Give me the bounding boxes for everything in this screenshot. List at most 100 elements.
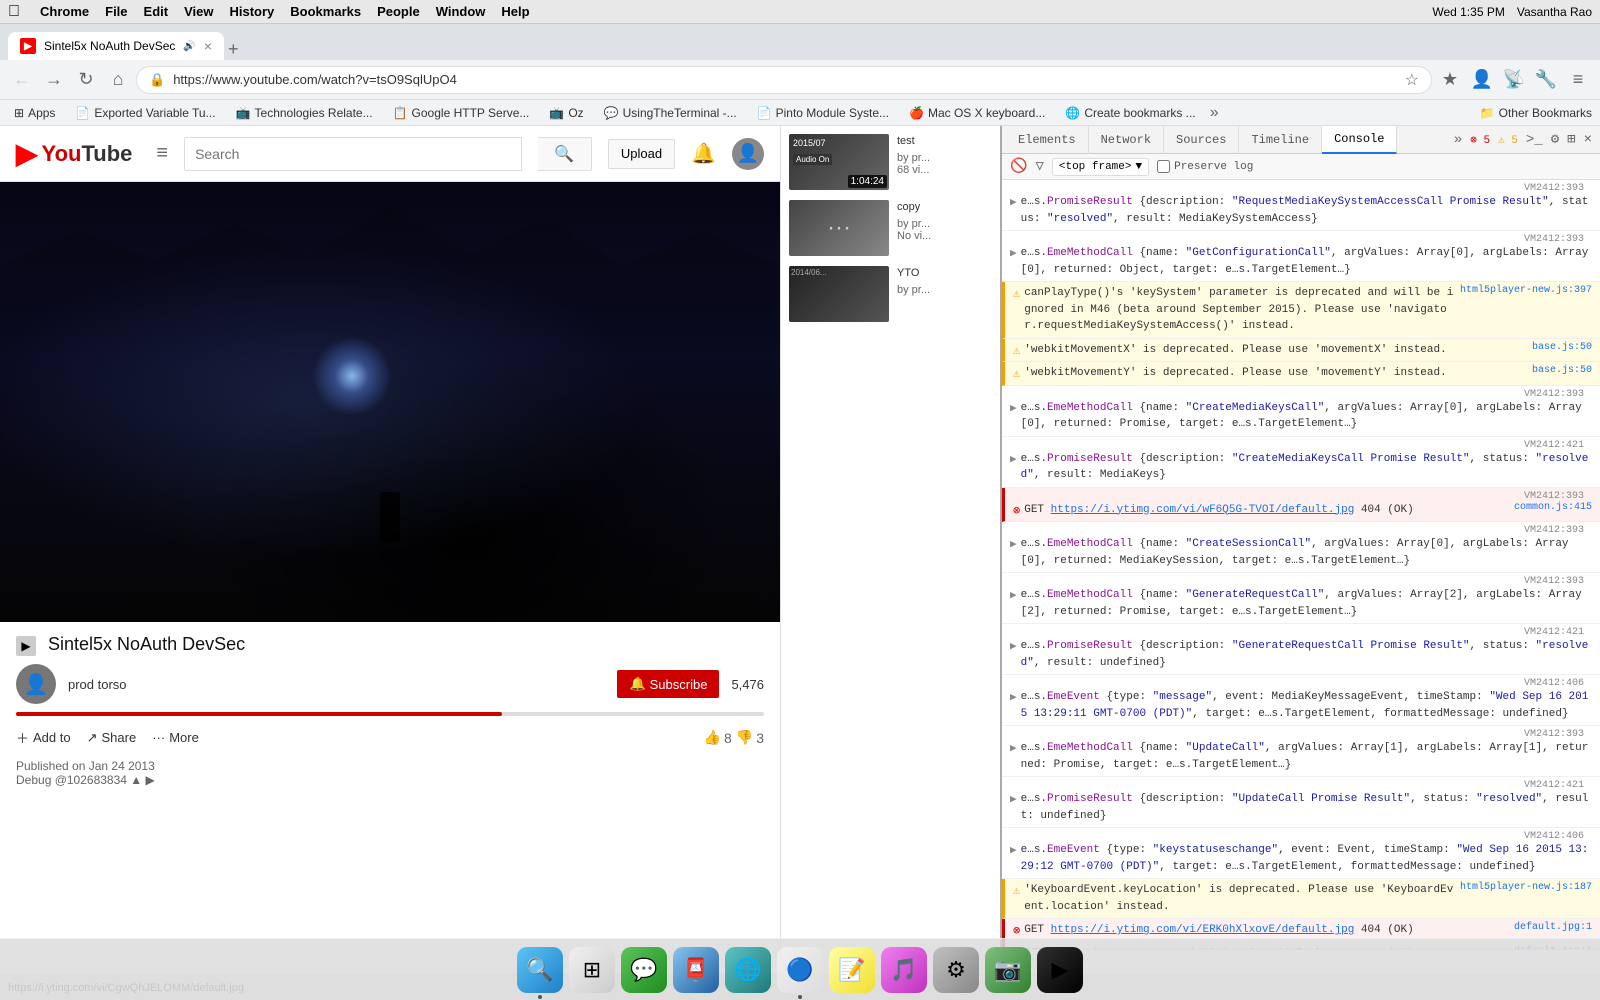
console-msg-12[interactable]: VM2412:406 ▶ e…s.EmeEvent {type: "messag… [1002,675,1600,726]
msg-location-16[interactable]: html5player-new.js:187 [1460,882,1592,893]
console-msg-13[interactable]: VM2412:393 ▶ e…s.EmeMethodCall {name: "U… [1002,726,1600,777]
console-msg-7[interactable]: VM2412:421 ▶ e…s.PromiseResult {descript… [1002,437,1600,488]
people-menu[interactable]: People [377,4,420,19]
bookmark-macos[interactable]: 🍎 Mac OS X keyboard... [903,104,1051,122]
dock-item-settings[interactable]: ⚙ [933,947,979,993]
debug-expand[interactable]: ▲ ▶ [130,773,154,787]
new-tab-button[interactable]: + [228,39,239,60]
bookmark-create[interactable]: 🌐 Create bookmarks ... [1059,104,1201,122]
console-clear-button[interactable]: 🚫 [1010,158,1027,175]
bookmark-technologies[interactable]: 📺 Technologies Relate... [230,104,379,122]
add-to-button[interactable]: ＋ Add to [16,724,71,751]
dock-item-photos[interactable]: 📷 [985,947,1031,993]
youtube-notification-bell[interactable]: 🔔 [691,141,716,166]
video-area[interactable] [0,182,780,622]
console-msg-11[interactable]: VM2412:421 ▶ e…s.PromiseResult {descript… [1002,624,1600,675]
profile-button[interactable]: 🔧 [1532,66,1560,94]
dock-item-notes[interactable]: 📝 [829,947,875,993]
console-msg-8[interactable]: VM2412:393 ⊗ GET https://i.ytimg.com/vi/… [1002,488,1600,523]
forward-button[interactable]: → [40,66,68,94]
console-msg-10[interactable]: VM2412:393 ▶ e…s.EmeMethodCall {name: "G… [1002,573,1600,624]
youtube-user-avatar[interactable]: 👤 [732,138,764,170]
msg-location-5[interactable]: base.js:50 [1532,365,1592,376]
rec-video-1[interactable]: 2015/07 Audio On 1:04:24 test by pr... 6… [789,134,992,190]
home-button[interactable]: ⌂ [104,66,132,94]
back-button[interactable]: ← [8,66,36,94]
view-menu[interactable]: View [184,4,213,19]
youtube-search-input[interactable] [184,137,522,171]
msg-arrow-2[interactable]: ▶ [1010,246,1017,260]
console-msg-15[interactable]: VM2412:406 ▶ e…s.EmeEvent {type: "keysta… [1002,828,1600,879]
msg-arrow-15[interactable]: ▶ [1010,843,1017,857]
console-msg-14[interactable]: VM2412:421 ▶ e…s.PromiseResult {descript… [1002,777,1600,828]
console-msg-9[interactable]: VM2412:393 ▶ e…s.EmeMethodCall {name: "C… [1002,522,1600,573]
dock-item-finder[interactable]: 🔍 [517,947,563,993]
devtools-settings-icon[interactable]: ⚙ [1547,127,1563,152]
apple-menu[interactable]:  [8,3,20,21]
console-msg-3[interactable]: ⚠ canPlayType()'s 'keySystem' parameter … [1002,282,1600,339]
devtools-tab-elements[interactable]: Elements [1006,126,1089,154]
more-button[interactable]: ··· More [152,726,199,749]
msg-arrow-12[interactable]: ▶ [1010,690,1017,704]
console-filter-button[interactable]: ▽ [1035,158,1043,175]
bookmark-oz[interactable]: 📺 Oz [543,104,589,122]
msg-arrow-10[interactable]: ▶ [1010,588,1017,602]
bookmark-star-icon[interactable]: ☆ [1405,70,1419,90]
console-msg-4[interactable]: ⚠ 'webkitMovementX' is deprecated. Pleas… [1002,339,1600,363]
other-bookmarks[interactable]: 📁 Other Bookmarks [1480,106,1592,120]
msg-location-17[interactable]: default.jpg:1 [1514,922,1592,933]
chrome-menu-button[interactable]: ≡ [1564,66,1592,94]
youtube-logo[interactable]: ▶ YouTube [16,137,132,170]
devtools-dock-icon[interactable]: ⊞ [1563,127,1579,152]
dock-item-itunes[interactable]: 🎵 [881,947,927,993]
console-msg-1[interactable]: VM2412:393 ▶ e…s.PromiseResult {descript… [1002,180,1600,231]
msg-arrow-11[interactable]: ▶ [1010,639,1017,653]
channel-avatar[interactable]: 👤 [16,664,56,704]
share-button[interactable]: ↗ Share [87,726,137,750]
cast-button[interactable]: 📡 [1500,66,1528,94]
edit-menu[interactable]: Edit [144,4,169,19]
youtube-search-button[interactable]: 🔍 [538,137,592,171]
bookmark-google-http[interactable]: 📋 Google HTTP Serve... [387,104,536,122]
dock-item-terminal[interactable]: ▶ [1037,947,1083,993]
msg-arrow-9[interactable]: ▶ [1010,537,1017,551]
rec-video-2[interactable]: ··· copy by pr... No vi... [789,200,992,256]
devtools-tab-console[interactable]: Console [1322,126,1397,154]
youtube-menu-button[interactable]: ≡ [156,142,168,165]
msg-arrow-13[interactable]: ▶ [1010,741,1017,755]
msg-location-8[interactable]: common.js:415 [1514,502,1592,513]
dock-item-mail[interactable]: 📮 [673,947,719,993]
rec-video-3[interactable]: 2014/06... YTO by pr... [789,266,992,322]
devtools-tab-network[interactable]: Network [1089,126,1164,154]
bookmark-apps[interactable]: ⊞ Apps [8,104,61,122]
devtools-tab-sources[interactable]: Sources [1164,126,1239,154]
devtools-prompt-icon[interactable]: >_ [1522,128,1547,152]
history-menu[interactable]: History [229,4,274,19]
help-menu[interactable]: Help [501,4,529,19]
active-tab[interactable]: ▶ Sintel5x NoAuth DevSec 🔊 × [8,32,224,60]
extensions-button[interactable]: ★ [1436,66,1464,94]
file-menu[interactable]: File [105,4,127,19]
dock-item-safari[interactable]: 🌐 [725,947,771,993]
msg-location-4[interactable]: base.js:50 [1532,342,1592,353]
video-progress-bar[interactable] [16,712,764,716]
chrome-menu[interactable]: Chrome [40,4,89,19]
bookmark-pinto[interactable]: 📄 Pinto Module Syste... [751,104,895,122]
console-msg-16[interactable]: ⚠ 'KeyboardEvent.keyLocation' is depreca… [1002,879,1600,919]
msg-arrow-1[interactable]: ▶ [1010,195,1017,209]
dock-item-chrome[interactable]: 🔵 [777,947,823,993]
user-avatar-nav[interactable]: 👤 [1468,66,1496,94]
bookmarks-menu[interactable]: Bookmarks [290,4,361,19]
subscribe-button[interactable]: 🔔 Subscribe [617,670,719,698]
msg-arrow-14[interactable]: ▶ [1010,792,1017,806]
window-menu[interactable]: Window [436,4,486,19]
bookmarks-more-button[interactable]: » [1210,104,1219,122]
preserve-log-checkbox[interactable]: Preserve log [1157,160,1253,173]
address-input[interactable] [173,72,1396,87]
refresh-button[interactable]: ↻ [72,66,100,94]
youtube-upload-button[interactable]: Upload [608,139,675,169]
msg-arrow-7[interactable]: ▶ [1010,452,1017,466]
dislike-button[interactable]: 👎 3 [736,729,764,746]
like-button[interactable]: 👍 8 [704,729,732,746]
bookmark-terminal[interactable]: 💬 UsingTheTerminal -... [598,104,743,122]
